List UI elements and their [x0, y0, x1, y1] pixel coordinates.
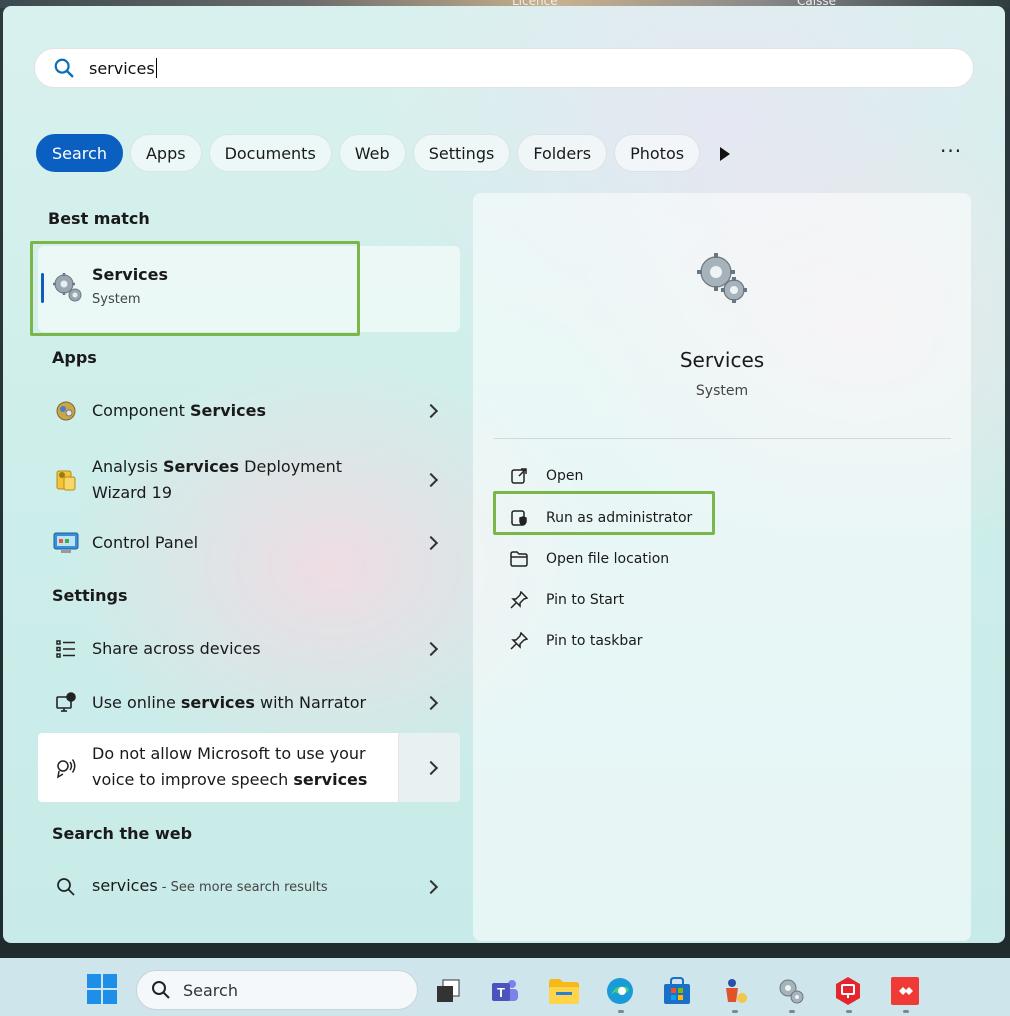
best-match-result[interactable]: Services System — [38, 246, 460, 332]
start-search-panel: services Search Apps Documents Web Setti… — [3, 6, 1005, 943]
divider — [494, 438, 951, 439]
taskbar-search-box[interactable]: Search — [136, 970, 418, 1010]
app-result-label: Component Services — [92, 401, 267, 420]
pin-icon — [509, 590, 529, 610]
taskbar-search-label: Search — [183, 980, 238, 1000]
running-indicator — [789, 1010, 795, 1013]
chevron-right-icon — [423, 641, 439, 657]
settings-result-share-across-devices[interactable]: Share across devices — [38, 634, 460, 664]
app-result-analysis-services[interactable]: Analysis Services Deployment Wizard 19 — [38, 451, 460, 507]
services-gear-icon — [53, 273, 82, 302]
narrator-icon — [53, 690, 79, 716]
settings-heading: Settings — [52, 586, 128, 605]
action-run-as-administrator[interactable]: Run as administrator — [509, 505, 692, 531]
microsoft-store-icon[interactable] — [661, 975, 693, 1007]
anydesk-icon[interactable] — [889, 975, 921, 1007]
chevron-right-icon — [423, 403, 439, 419]
tab-settings[interactable]: Settings — [412, 134, 511, 172]
svg-text:T: T — [497, 985, 505, 1000]
chevron-right-icon — [423, 472, 439, 488]
web-result-label: services - See more search results — [92, 876, 328, 895]
scroll-tabs-icon[interactable] — [720, 147, 730, 161]
web-heading: Search the web — [52, 824, 193, 843]
shield-admin-icon — [509, 508, 529, 528]
running-indicator — [846, 1010, 852, 1013]
search-icon — [54, 58, 74, 78]
windows-start-icon[interactable] — [86, 973, 118, 1005]
chevron-right-icon — [423, 535, 439, 551]
detail-pane: Services System Open Run as administrato… — [473, 193, 971, 941]
running-indicator — [618, 1010, 624, 1013]
best-match-heading: Best match — [48, 209, 150, 228]
control-panel-icon — [53, 530, 79, 556]
action-pin-to-taskbar[interactable]: Pin to taskbar — [509, 628, 643, 654]
text-caret — [155, 58, 157, 78]
search-icon — [53, 874, 79, 900]
tab-documents[interactable]: Documents — [208, 134, 332, 172]
web-search-result[interactable]: services - See more search results — [38, 872, 460, 902]
services-gear-icon — [697, 253, 747, 303]
services-gear-icon[interactable] — [775, 975, 807, 1007]
settings-result-speech-services[interactable]: Do not allow Microsoft to use your voice … — [38, 733, 460, 802]
app-result-component-services[interactable]: Component Services — [38, 396, 460, 426]
edge-browser-icon[interactable] — [604, 975, 636, 1007]
remote-app-icon[interactable] — [832, 975, 864, 1007]
taskbar: Search T — [0, 958, 1010, 1016]
folder-icon — [509, 549, 529, 569]
app-result-label: Control Panel — [92, 533, 199, 552]
action-pin-to-start[interactable]: Pin to Start — [509, 587, 624, 613]
tab-web[interactable]: Web — [338, 134, 406, 172]
pin-icon — [509, 631, 529, 651]
running-indicator — [732, 1010, 738, 1013]
detail-subtitle: System — [695, 383, 749, 399]
detail-title: Services — [679, 348, 765, 372]
voice-speech-icon — [53, 755, 79, 781]
search-icon — [152, 981, 170, 999]
analysis-services-icon — [53, 467, 79, 493]
apps-heading: Apps — [52, 348, 97, 367]
app-result-control-panel[interactable]: Control Panel — [38, 528, 460, 558]
teams-icon[interactable]: T — [489, 975, 521, 1007]
best-match-name: Services — [92, 265, 169, 284]
app-icon[interactable] — [718, 975, 750, 1007]
settings-result-label: Share across devices — [92, 639, 261, 658]
chevron-right-icon — [423, 695, 439, 711]
more-options-button[interactable]: ··· — [940, 139, 962, 163]
tab-search[interactable]: Search — [36, 134, 123, 172]
tab-photos[interactable]: Photos — [614, 134, 701, 172]
action-open-file-location[interactable]: Open file location — [509, 546, 669, 572]
settings-result-narrator-services[interactable]: Use online services with Narrator — [38, 688, 460, 718]
best-match-type: System — [92, 292, 141, 307]
action-open[interactable]: Open — [509, 463, 583, 489]
file-explorer-icon[interactable] — [548, 975, 580, 1007]
settings-result-label: Use online services with Narrator — [92, 693, 367, 712]
search-query: services — [89, 58, 155, 78]
settings-result-label: Do not allow Microsoft to use your voice … — [92, 744, 368, 789]
filter-tabs: Search Apps Documents Web Settings Folde… — [36, 133, 707, 173]
open-external-icon — [509, 466, 529, 486]
tab-apps[interactable]: Apps — [129, 134, 202, 172]
selection-indicator — [41, 273, 44, 303]
tab-folders[interactable]: Folders — [517, 134, 608, 172]
list-settings-icon — [53, 636, 79, 662]
task-view-icon[interactable] — [432, 975, 464, 1007]
component-services-icon — [53, 398, 79, 424]
search-input[interactable]: services — [34, 48, 974, 88]
chevron-right-icon — [423, 879, 439, 895]
app-result-label: Analysis Services Deployment Wizard 19 — [92, 457, 343, 502]
running-indicator — [903, 1010, 909, 1013]
